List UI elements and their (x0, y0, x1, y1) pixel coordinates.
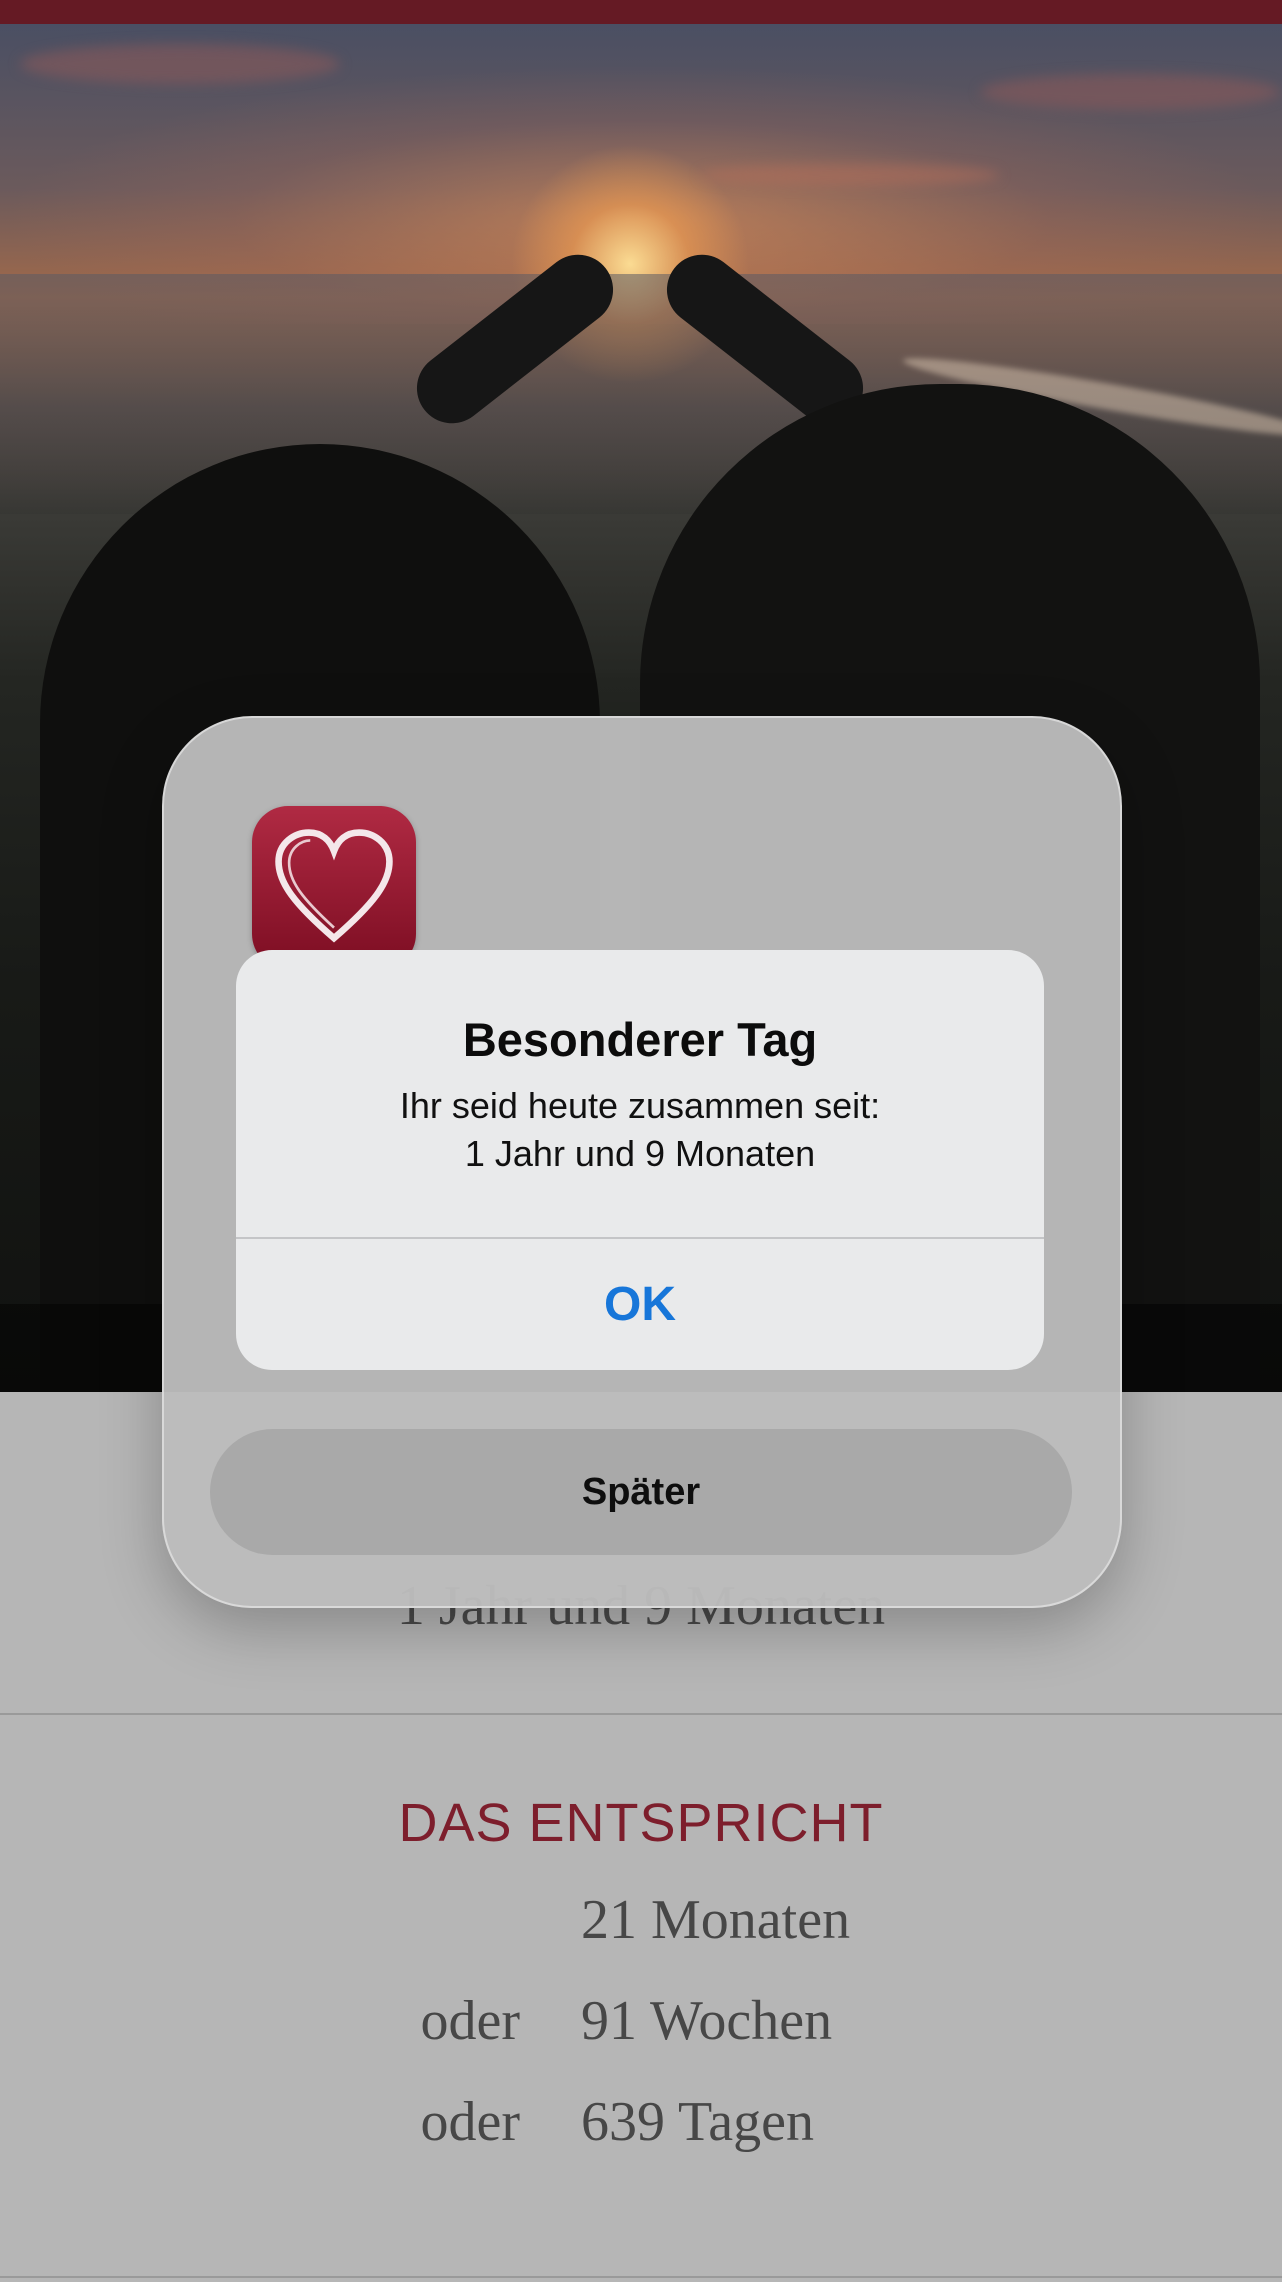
equivalent-value: 639 Tagen (581, 2091, 814, 2153)
heart-icon (252, 806, 416, 970)
cloud (980, 74, 1280, 110)
equivalent-value: 91 Wochen (581, 1990, 833, 2052)
alert-message-line: Ihr seid heute zusammen seit: (399, 1085, 881, 1126)
equivalent-value: 21 Monaten (581, 1889, 851, 1951)
divider (0, 2276, 1282, 2278)
cloud (20, 44, 340, 84)
ok-button[interactable]: OK (236, 1239, 1044, 1370)
equivalent-row: 21 Monaten (0, 1888, 1282, 1968)
alert-title: Besonderer Tag (462, 1013, 818, 1066)
cloud (700, 164, 1000, 186)
equivalent-heading: DAS ENTSPRICHT (398, 1793, 884, 1853)
equivalent-row: oder 91 Wochen (0, 1989, 1282, 2069)
equivalent-prefix: oder (420, 2091, 520, 2153)
equivalent-prefix: oder (420, 1990, 520, 2052)
equivalent-row: oder 639 Tagen (0, 2090, 1282, 2170)
alert-message-line: 1 Jahr und 9 Monaten (464, 1133, 816, 1174)
alert-dialog: Besonderer Tag Ihr seid heute zusammen s… (236, 950, 1044, 1370)
top-bar (0, 0, 1282, 24)
later-button[interactable]: Später (210, 1429, 1072, 1555)
alert-message: Ihr seid heute zusammen seit: 1 Jahr und… (236, 1082, 1044, 1178)
divider (0, 1713, 1282, 1715)
